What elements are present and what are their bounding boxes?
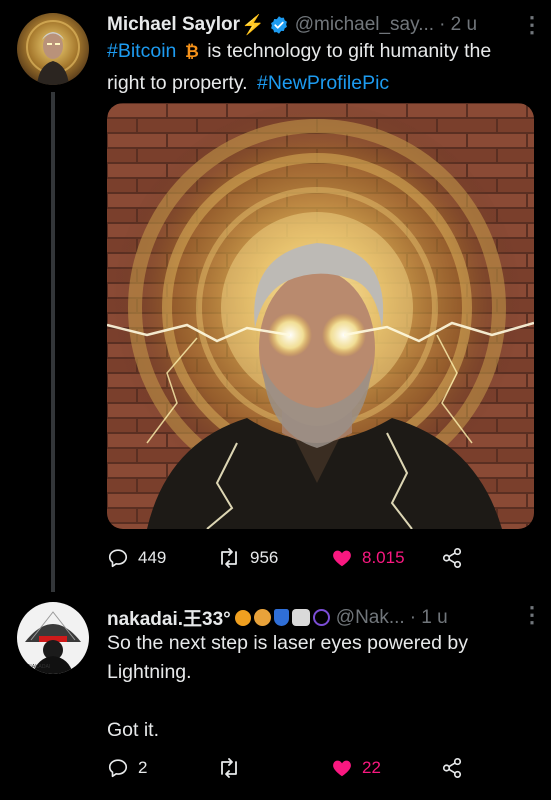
like-button[interactable]: 8.015 [331,547,405,569]
hashtag-bitcoin[interactable]: #Bitcoin [107,40,176,62]
more-icon[interactable]: ⋮ [521,604,543,626]
tweet-michael-saylor[interactable]: Michael Saylor ⚡ @michael_say... · 2 u ⋮… [0,0,551,590]
svg-text:NAKADAI: NAKADAI [28,664,50,670]
tweet-text: So the next step is laser eyes powered b… [107,629,547,745]
like-count: 22 [362,758,381,777]
svg-text:₿: ₿ [185,42,199,60]
display-name[interactable]: nakadai.王33° [107,604,231,631]
reply-count: 449 [138,548,167,567]
retweet-count: 956 [250,548,279,567]
timestamp[interactable]: · 1 u [410,607,448,629]
retweet-button[interactable]: 956 [217,547,278,569]
avatar[interactable]: NAKADAI [17,602,89,674]
tweet-actions: 2 22 [107,756,534,780]
ship-wheel-emoji-icon [234,609,251,626]
tweet-text: #Bitcoin ₿ is technology to gift humanit… [107,37,547,98]
avatar[interactable] [17,13,89,85]
lion-emoji-icon [253,609,271,626]
lightning-emoji: ⚡ [241,15,265,36]
share-button[interactable] [441,757,463,779]
share-icon [442,548,462,568]
reply-icon [108,549,128,568]
reply-count: 2 [138,758,148,777]
like-icon [333,550,351,567]
bitcoin-icon: ₿ [184,40,200,69]
reply-icon [108,759,128,778]
text-line-1: is technology to gift humanity the [201,40,492,62]
text-line-1: So the next step is laser eyes powered b… [107,632,468,654]
retweet-icon [221,548,237,568]
display-name[interactable]: Michael Saylor [107,14,240,36]
tweet-image[interactable] [107,103,534,529]
timestamp[interactable]: · 2 u [439,14,477,36]
handle[interactable]: @michael_say... [295,14,434,36]
reply-button[interactable]: 2 [107,757,147,779]
reply-button[interactable]: 449 [107,547,166,569]
shrine-emoji-icon [291,609,310,626]
loop-emoji-icon [312,609,330,626]
hashtag-newprofilepic[interactable]: #NewProfilePic [257,72,389,94]
retweet-icon [221,758,237,778]
tweet-header: Michael Saylor ⚡ @michael_say... · 2 u [107,13,477,37]
retweet-button[interactable] [217,757,250,779]
tweet-nakadai[interactable]: NAKADAI nakadai.王33° @Nak... · 1 u ⋮ So … [0,592,551,800]
handle[interactable]: @Nak... [336,607,405,629]
text-line-2: Lightning. [107,661,192,683]
tweet-header: nakadai.王33° @Nak... · 1 u [107,604,448,631]
verified-badge-icon [269,15,289,35]
like-icon [333,760,351,777]
share-button[interactable] [441,547,463,569]
name-emojis [234,609,330,626]
tweet-actions: 449 956 8.015 [107,546,534,570]
text-line-2: right to property. [107,72,248,94]
like-button[interactable]: 22 [331,757,381,779]
shield-emoji-icon [273,609,289,626]
share-icon [442,758,462,778]
like-count: 8.015 [362,548,405,567]
text-line-3: Got it. [107,719,160,741]
more-icon[interactable]: ⋮ [521,14,543,36]
